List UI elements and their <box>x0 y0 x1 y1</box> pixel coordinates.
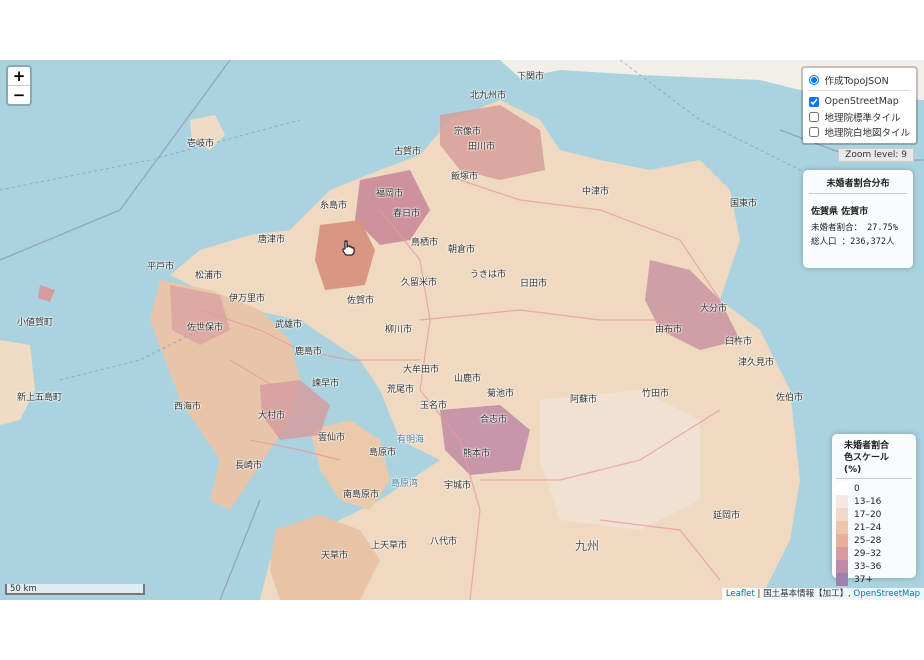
legend-title-line2: 色スケール(%) <box>844 453 890 475</box>
legend-item: 29–32 <box>836 547 916 560</box>
info-area-name: 佐賀県 佐賀市 <box>811 207 869 217</box>
legend-item: 37+ <box>836 573 916 586</box>
legend-label: 33–36 <box>854 561 882 572</box>
legend-swatch <box>836 573 848 586</box>
zoom-level-indicator: Zoom level: 9 <box>838 148 914 162</box>
leaflet-link[interactable]: Leaflet <box>726 589 755 599</box>
legend-title-line1: 未婚者割合 <box>844 441 890 451</box>
base-layer-label: 地理院標準タイル <box>824 112 901 124</box>
page: 下関市 北九州市 壱岐市 宗像市 古賀市 福岡市 飯塚市 田川市 中津市 国東市… <box>0 0 924 660</box>
legend-title: 未婚者割合 色スケール(%) <box>836 434 912 479</box>
legend-item: 21–24 <box>836 521 916 534</box>
osm-checkbox[interactable] <box>809 96 820 107</box>
base-layer-label: OpenStreetMap <box>824 96 899 107</box>
zoom-in-button[interactable]: + <box>8 67 30 86</box>
legend-swatch <box>836 534 848 547</box>
info-title: 未婚者割合分布 <box>809 170 907 194</box>
legend-item: 13–16 <box>836 495 916 508</box>
legend-swatch <box>836 495 848 508</box>
legend-label: 21–24 <box>854 522 882 533</box>
legend-label: 13–16 <box>854 496 882 507</box>
region-aso <box>540 390 700 530</box>
legend-label: 29–32 <box>854 548 882 559</box>
gsi-blank-checkbox[interactable] <box>809 126 820 137</box>
attribution-text: | 国土基本情報【加工】, <box>754 589 854 599</box>
legend-item: 17–20 <box>836 508 916 521</box>
osm-link[interactable]: OpenStreetMap <box>854 589 920 599</box>
zoom-out-button[interactable]: − <box>8 86 30 104</box>
overlay-label: 作成TopoJSON <box>824 75 889 87</box>
base-layer-gsi-std[interactable]: 地理院標準タイル <box>809 109 910 124</box>
legend-swatch <box>836 521 848 534</box>
layers-control: 作成TopoJSON OpenStreetMap 地理院標準タイル 地理院白地図… <box>801 66 918 145</box>
legend-label: 17–20 <box>854 509 882 520</box>
legend: 未婚者割合 色スケール(%) 0 13–16 17–20 21–24 25–28 29–3… <box>832 434 916 586</box>
legend-label: 0 <box>854 483 860 494</box>
legend-item: 25–28 <box>836 534 916 547</box>
info-panel: 未婚者割合分布 佐賀県 佐賀市 未婚者割合： 27.75% 総人口 ：236,3… <box>803 170 913 268</box>
legend-rows: 0 13–16 17–20 21–24 25–28 29–32 33–36 37+ <box>832 479 916 586</box>
legend-label: 37+ <box>854 574 873 585</box>
legend-swatch <box>836 508 848 521</box>
map[interactable]: 下関市 北九州市 壱岐市 宗像市 古賀市 福岡市 飯塚市 田川市 中津市 国東市… <box>0 60 924 600</box>
zoom-control: + − <box>6 65 32 106</box>
legend-item: 33–36 <box>836 560 916 573</box>
info-rate: 未婚者割合： 27.75% <box>811 223 898 233</box>
attribution: Leaflet | 国土基本情報【加工】, OpenStreetMap <box>721 588 924 600</box>
legend-label: 25–28 <box>854 535 882 546</box>
base-layer-label: 地理院白地図タイル <box>824 127 910 139</box>
overlay-radio[interactable] <box>809 74 820 85</box>
scale-bar: 50 km <box>5 584 145 595</box>
legend-item: 0 <box>836 482 916 495</box>
gsi-std-checkbox[interactable] <box>809 111 820 122</box>
legend-swatch <box>836 547 848 560</box>
legend-swatch <box>836 482 848 495</box>
base-layer-gsi-blank[interactable]: 地理院白地図タイル <box>809 124 910 139</box>
hand-cursor-icon <box>342 240 355 256</box>
info-population: 総人口 ：236,372人 <box>811 237 895 247</box>
overlay-option[interactable]: 作成TopoJSON <box>809 72 910 87</box>
map-base <box>0 60 924 600</box>
legend-swatch <box>836 560 848 573</box>
base-layer-osm[interactable]: OpenStreetMap <box>809 94 910 109</box>
layers-separator <box>809 90 910 91</box>
